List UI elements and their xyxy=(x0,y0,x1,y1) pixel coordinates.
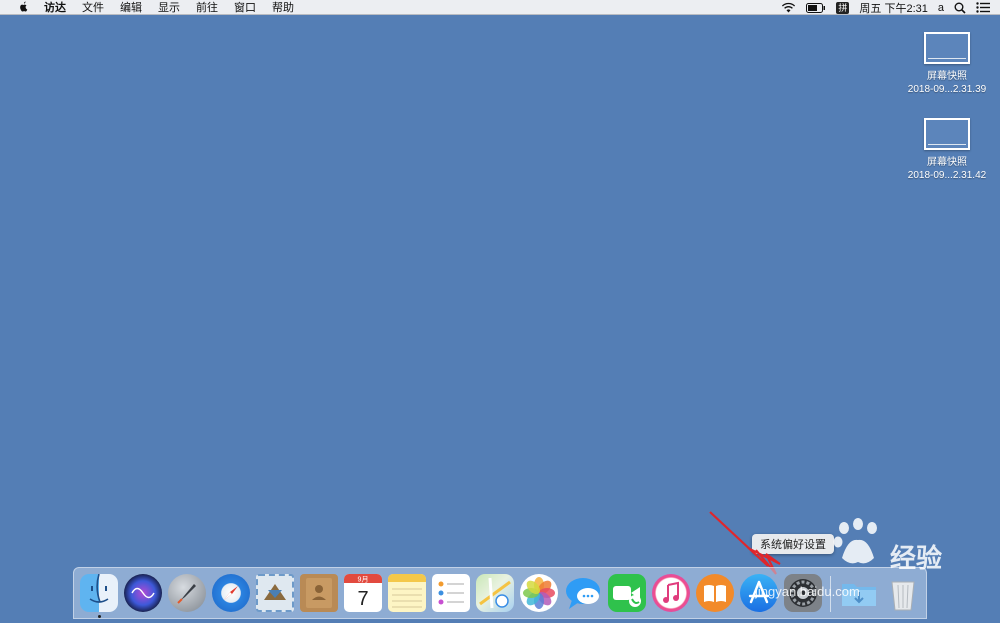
calendar-day: 7 xyxy=(357,588,368,610)
screenshot-thumbnail-icon xyxy=(924,32,970,64)
menu-file[interactable]: 文件 xyxy=(82,0,104,15)
watermark-brand: 经验 xyxy=(890,543,943,573)
siri-icon[interactable] xyxy=(124,574,162,612)
notification-center-icon[interactable] xyxy=(976,2,990,13)
menubar-clock[interactable]: 周五 下午2:31 xyxy=(859,0,927,16)
menu-help[interactable]: 帮助 xyxy=(272,0,294,15)
menu-window[interactable]: 窗口 xyxy=(234,0,256,15)
photos-icon[interactable] xyxy=(520,574,558,612)
menu-bar: 访达 文件 编辑 显示 前往 窗口 帮助 拼 周五 下午2:31 a xyxy=(0,0,1000,15)
ibooks-icon[interactable] xyxy=(696,574,734,612)
menu-go[interactable]: 前往 xyxy=(196,0,218,15)
apple-menu-icon[interactable] xyxy=(18,1,34,13)
maps-icon[interactable] xyxy=(476,574,514,612)
menu-app-name[interactable]: 访达 xyxy=(44,0,66,15)
screenshot-thumbnail-icon xyxy=(924,118,970,150)
reminders-icon[interactable] xyxy=(432,574,470,612)
menu-edit[interactable]: 编辑 xyxy=(120,0,142,15)
messages-icon[interactable] xyxy=(564,574,602,612)
wifi-icon[interactable] xyxy=(781,2,796,13)
calendar-month: 9月 xyxy=(358,576,369,584)
battery-icon[interactable] xyxy=(806,2,826,13)
file-name: 屏幕快照 xyxy=(927,71,967,82)
desktop-screenshot-file[interactable]: 屏幕快照 2018-09...2.31.42 xyxy=(902,118,992,182)
user-menu[interactable]: a xyxy=(938,2,944,14)
trash-icon[interactable] xyxy=(884,574,922,612)
file-date: 2018-09...2.31.42 xyxy=(907,170,987,181)
file-date: 2018-09...2.31.39 xyxy=(907,84,987,95)
baidu-paw-logo-icon xyxy=(833,518,877,564)
desktop-screenshot-file[interactable]: 屏幕快照 2018-09...2.31.39 xyxy=(902,32,992,96)
facetime-icon[interactable] xyxy=(608,574,646,612)
menu-view[interactable]: 显示 xyxy=(158,0,180,15)
running-indicator xyxy=(98,615,101,618)
spotlight-search-icon[interactable] xyxy=(954,2,966,14)
file-name: 屏幕快照 xyxy=(927,157,967,168)
itunes-icon[interactable] xyxy=(652,574,690,612)
finder-icon[interactable] xyxy=(80,574,118,612)
contacts-icon[interactable] xyxy=(300,574,338,612)
input-method-icon[interactable]: 拼 xyxy=(836,1,850,14)
mail-icon[interactable] xyxy=(256,574,294,612)
calendar-icon[interactable]: 9月 7 xyxy=(344,574,382,612)
watermark-url: jingyan.baidu.com xyxy=(755,584,860,599)
notes-icon[interactable] xyxy=(388,574,426,612)
safari-icon[interactable] xyxy=(212,574,250,612)
launchpad-icon[interactable] xyxy=(168,574,206,612)
